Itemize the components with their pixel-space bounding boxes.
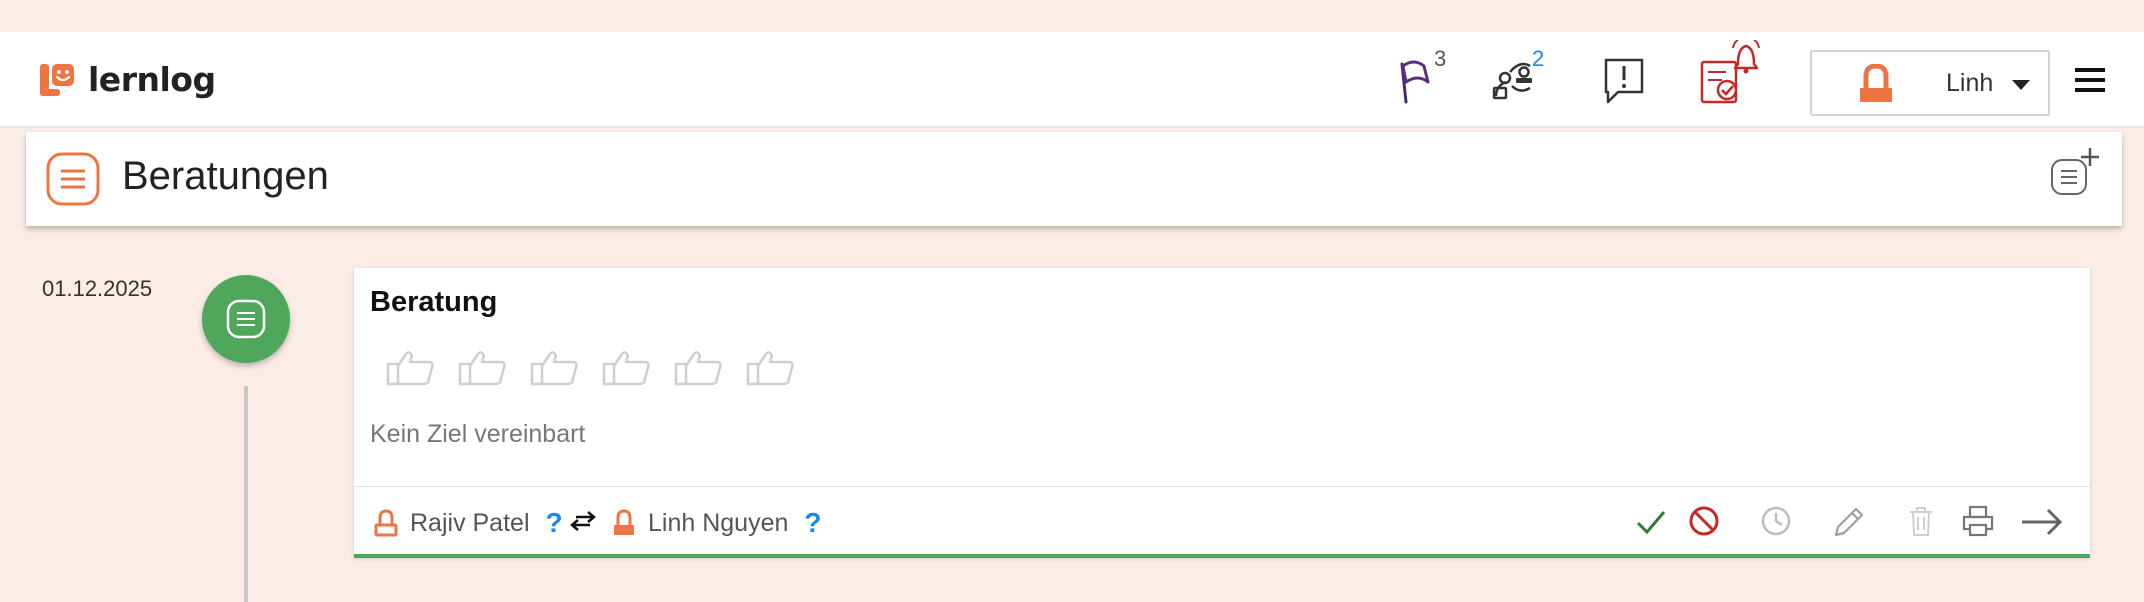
- user-avatar-icon: [1860, 64, 1892, 102]
- open-details-button[interactable]: [2020, 507, 2064, 541]
- thumb-up-icon[interactable]: [672, 348, 724, 388]
- participant-status[interactable]: ?: [804, 507, 821, 539]
- trash-icon: [1910, 507, 1932, 536]
- participant-name: Rajiv Patel: [410, 508, 530, 537]
- rating-thumbs[interactable]: [384, 348, 796, 388]
- print-button[interactable]: [1962, 505, 1994, 541]
- arrow-right-icon: [2022, 508, 2063, 536]
- flags-count: 3: [1434, 46, 1447, 71]
- mentor-requests-count: 2: [1532, 46, 1545, 71]
- new-consultation-button[interactable]: [2050, 148, 2102, 202]
- mentor-requests-button[interactable]: 2: [1490, 46, 1544, 112]
- consultation-list-icon: [46, 152, 100, 206]
- page-header: Beratungen: [26, 132, 2122, 226]
- forbidden-icon: [1689, 506, 1719, 536]
- reject-button[interactable]: [1688, 505, 1720, 541]
- participant-1: Rajiv Patel ?: [374, 507, 563, 539]
- pencil-icon: [1834, 507, 1864, 537]
- app-logo[interactable]: lernlog: [40, 60, 216, 99]
- task-reminders-button[interactable]: [1700, 39, 1764, 110]
- top-navigation-bar: lernlog 3 2 Linh: [0, 32, 2144, 128]
- feedback-button[interactable]: [1602, 52, 1646, 112]
- user-menu[interactable]: Linh: [1810, 50, 2050, 116]
- task-reminder-icon: [1700, 39, 1760, 104]
- app-name: lernlog: [88, 60, 216, 99]
- swap-icon: [570, 511, 596, 531]
- user-icon: [614, 509, 634, 535]
- thumb-up-icon[interactable]: [528, 348, 580, 388]
- user-name: Linh: [1946, 69, 1994, 97]
- thumb-up-icon[interactable]: [384, 348, 436, 388]
- card-footer: Rajiv Patel ? Linh Nguyen ?: [354, 486, 2090, 554]
- feedback-icon: [1604, 58, 1644, 104]
- entry-date: 01.12.2025: [42, 276, 153, 301]
- logo-icon: [40, 63, 74, 96]
- page-title: Beratungen: [122, 154, 329, 198]
- main-menu-button[interactable]: [2075, 68, 2105, 96]
- participant-2: Linh Nguyen ?: [612, 507, 822, 539]
- approve-button[interactable]: [1636, 509, 1666, 539]
- delete-button[interactable]: [1908, 505, 1934, 541]
- participant-status[interactable]: ?: [546, 507, 563, 539]
- consultation-icon: [226, 299, 266, 339]
- check-icon: [1636, 511, 1666, 535]
- user-icon: [374, 509, 398, 537]
- clock-icon: [1761, 506, 1791, 536]
- chevron-down-icon: [2012, 80, 2030, 90]
- thumb-up-icon[interactable]: [456, 348, 508, 388]
- postpone-button[interactable]: [1760, 505, 1792, 541]
- timeline-line: [244, 386, 248, 602]
- flags-button[interactable]: 3: [1398, 46, 1446, 112]
- thumb-up-icon[interactable]: [744, 348, 796, 388]
- print-icon: [1962, 505, 1994, 537]
- new-consultation-icon: [2051, 148, 2099, 195]
- edit-button[interactable]: [1832, 505, 1866, 543]
- goal-text: Kein Ziel vereinbart: [370, 420, 586, 448]
- hamburger-icon: [2075, 68, 2105, 92]
- consultation-title: Beratung: [370, 286, 498, 318]
- thumb-up-icon[interactable]: [600, 348, 652, 388]
- consultation-card[interactable]: Beratung Kein Ziel vereinbart Rajiv Pate…: [354, 268, 2090, 558]
- participant-name: Linh Nguyen: [648, 508, 789, 537]
- timeline-dot: [202, 275, 290, 363]
